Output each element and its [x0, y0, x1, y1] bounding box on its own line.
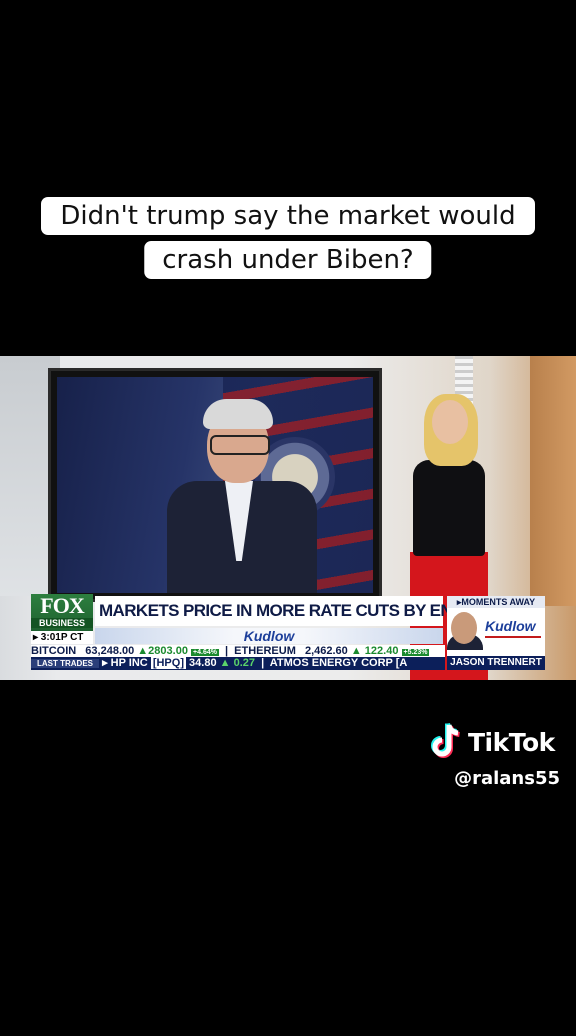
- caption-line-2: crash under Biben?: [144, 241, 432, 279]
- ticker-arrow-icon: ▸: [102, 657, 108, 669]
- ticker-price-ethereum: 2,462.60: [304, 645, 348, 657]
- show-bar: Kudlow: [95, 628, 443, 644]
- last-trades-label: LAST TRADES: [31, 659, 99, 668]
- stock1-price: 34.80: [189, 657, 217, 669]
- tiktok-watermark: TikTok: [428, 722, 555, 762]
- speaker-glasses: [210, 435, 270, 455]
- network-logo-subtext: BUSINESS: [31, 618, 93, 628]
- promo-divider: [485, 636, 541, 638]
- stock1-name: HP INC: [110, 657, 148, 669]
- ticker-label-ethereum: ETHEREUM: [234, 645, 296, 657]
- anchor-top: [413, 460, 485, 556]
- ticker-change-bitcoin: ▲2803.00: [137, 645, 188, 657]
- broadcast-time: ▸ 3:01P CT: [31, 631, 93, 644]
- stock-ticker: LAST TRADES ▸ HP INC [HPQ] 34.80 ▲ 0.27 …: [31, 657, 445, 670]
- speaker-hair: [203, 399, 273, 429]
- crypto-ticker: BITCOIN 63,248.00 ▲2803.00 +4.64% | ETHE…: [31, 645, 445, 657]
- promo-guest-photo: [451, 612, 477, 644]
- ticker-label-bitcoin: BITCOIN: [31, 645, 77, 657]
- studio-tv-monitor: [48, 368, 382, 602]
- caption-line-1: Didn't trump say the market would: [41, 197, 535, 235]
- promo-guest-name: JASON TRENNERT: [447, 656, 545, 670]
- video-frame[interactable]: FOX BUSINESS ▸ 3:01P CT MARKETS PRICE IN…: [0, 356, 576, 680]
- tiktok-brand-text: TikTok: [468, 727, 555, 757]
- studio-wood-panel: [530, 356, 576, 606]
- stock2-name: ATMOS ENERGY CORP [A: [269, 657, 408, 669]
- tiktok-note-icon: [431, 723, 460, 758]
- stock1-change: ▲ 0.27: [219, 657, 255, 669]
- tv-screen-image: [57, 377, 373, 593]
- ticker-price-bitcoin: 63,248.00: [85, 645, 135, 657]
- network-logo-text: FOX: [40, 593, 84, 618]
- news-chyron: FOX BUSINESS ▸ 3:01P CT MARKETS PRICE IN…: [31, 594, 545, 670]
- ticker-pct-ethereum: +5.23%: [401, 649, 430, 656]
- promo-header: ▸MOMENTS AWAY: [447, 596, 545, 608]
- ticker-change-ethereum: ▲ 122.40: [350, 645, 399, 657]
- show-name: Kudlow: [243, 628, 295, 644]
- upcoming-promo: ▸MOMENTS AWAY Kudlow JASON TRENNERT: [447, 596, 545, 670]
- promo-show-name: Kudlow: [485, 618, 536, 634]
- creator-handle: @ralans55: [454, 768, 560, 789]
- anchor-face: [432, 400, 468, 444]
- ticker-pct-bitcoin: +4.64%: [191, 649, 219, 656]
- stock1-symbol: [HPQ]: [150, 657, 186, 669]
- chyron-headline: MARKETS PRICE IN MORE RATE CUTS BY END O…: [95, 596, 540, 626]
